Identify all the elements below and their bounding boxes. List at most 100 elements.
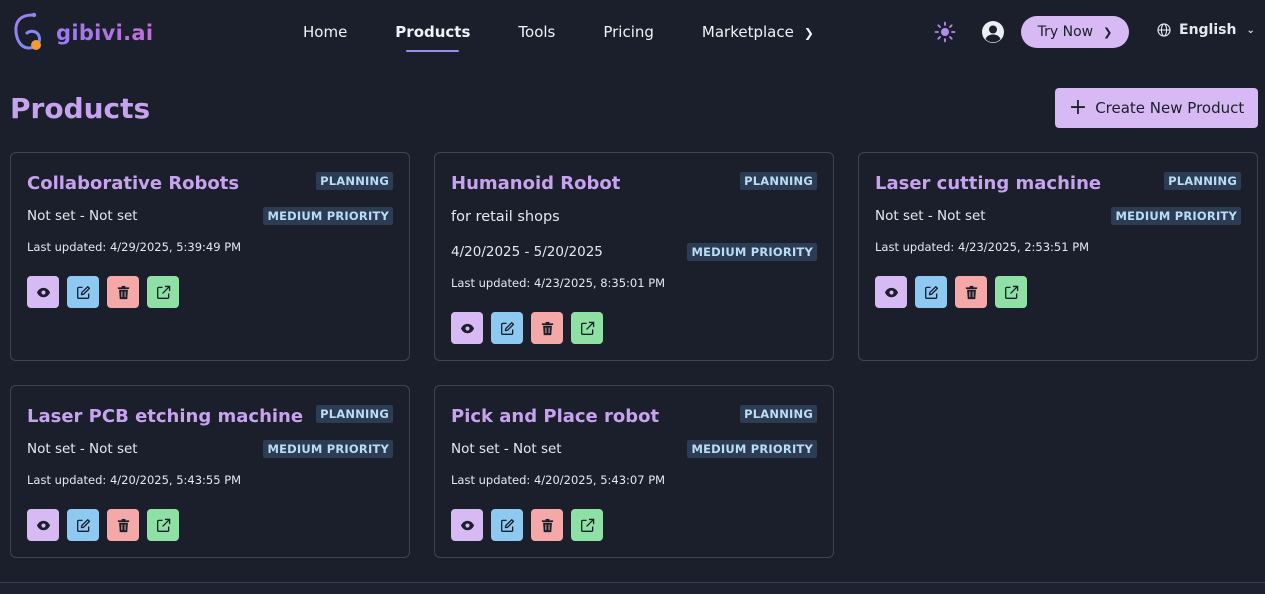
status-badge: PLANNING	[740, 172, 817, 190]
footer	[0, 583, 1265, 594]
try-now-label: Try Now	[1037, 24, 1094, 40]
product-title[interactable]: Pick and Place robot	[451, 406, 659, 427]
top-navbar: gibivi.ai Home Products Tools Pricing Ma…	[0, 0, 1265, 64]
product-title[interactable]: Collaborative Robots	[27, 173, 239, 194]
eye-icon	[460, 520, 474, 530]
open-external-button[interactable]	[571, 312, 603, 344]
open-external-button[interactable]	[571, 509, 603, 541]
product-dates: Not set - Not set	[27, 208, 138, 224]
product-title[interactable]: Laser cutting machine	[875, 173, 1101, 194]
product-card: Laser PCB etching machine PLANNING Not s…	[10, 385, 410, 558]
edit-icon	[76, 285, 90, 299]
delete-button[interactable]	[955, 276, 987, 308]
delete-button[interactable]	[107, 509, 139, 541]
external-link-icon	[1004, 285, 1018, 299]
brand-logo[interactable]: gibivi.ai	[12, 12, 153, 54]
trash-icon	[117, 285, 129, 299]
view-button[interactable]	[451, 312, 483, 344]
open-external-button[interactable]	[147, 276, 179, 308]
card-actions	[451, 312, 611, 344]
open-external-button[interactable]	[995, 276, 1027, 308]
view-button[interactable]	[875, 276, 907, 308]
priority-badge: MEDIUM PRIORITY	[687, 440, 817, 458]
chevron-right-icon: ❯	[803, 26, 814, 40]
trash-icon	[541, 518, 553, 532]
brand-name: gibivi.ai	[56, 21, 154, 45]
status-badge: PLANNING	[1164, 172, 1241, 190]
delete-button[interactable]	[531, 509, 563, 541]
priority-badge: MEDIUM PRIORITY	[263, 207, 393, 225]
card-actions	[27, 276, 187, 308]
eye-icon	[460, 323, 474, 333]
user-circle-icon[interactable]	[981, 20, 1005, 44]
view-button[interactable]	[27, 276, 59, 308]
nav-products[interactable]: Products	[395, 23, 470, 52]
product-card: Pick and Place robot PLANNING Not set - …	[434, 385, 834, 558]
last-updated: Last updated: 4/20/2025, 5:43:55 PM	[27, 473, 242, 487]
last-updated: Last updated: 4/23/2025, 2:53:51 PM	[875, 240, 1090, 254]
globe-icon	[1157, 23, 1171, 37]
page-title: Products	[10, 92, 151, 125]
external-link-icon	[156, 518, 170, 532]
nav-pricing[interactable]: Pricing	[603, 23, 654, 41]
status-badge: PLANNING	[316, 172, 393, 190]
edit-button[interactable]	[491, 312, 523, 344]
trash-icon	[541, 321, 553, 335]
product-card: Collaborative Robots PLANNING Not set - …	[10, 152, 410, 361]
nav-tools[interactable]: Tools	[518, 23, 555, 41]
product-title[interactable]: Humanoid Robot	[451, 173, 620, 194]
product-card: Humanoid Robot PLANNING for retail shops…	[434, 152, 834, 361]
status-badge: PLANNING	[316, 405, 393, 423]
product-card: Laser cutting machine PLANNING Not set -…	[858, 152, 1258, 361]
product-dates: Not set - Not set	[875, 208, 986, 224]
chevron-right-icon: ❯	[1103, 25, 1113, 39]
edit-button[interactable]	[67, 509, 99, 541]
priority-badge: MEDIUM PRIORITY	[687, 243, 817, 261]
create-new-product-button[interactable]: + Create New Product	[1055, 88, 1258, 128]
last-updated: Last updated: 4/23/2025, 8:35:01 PM	[451, 276, 666, 290]
last-updated: Last updated: 4/29/2025, 5:39:49 PM	[27, 240, 242, 254]
last-updated: Last updated: 4/20/2025, 5:43:07 PM	[451, 473, 666, 487]
view-button[interactable]	[451, 509, 483, 541]
external-link-icon	[156, 285, 170, 299]
edit-button[interactable]	[491, 509, 523, 541]
nav-marketplace-label: Marketplace	[701, 23, 794, 41]
trash-icon	[965, 285, 977, 299]
view-button[interactable]	[27, 509, 59, 541]
eye-icon	[36, 520, 50, 530]
try-now-button[interactable]: Try Now ❯	[1021, 16, 1129, 48]
main-nav: Home Products Tools Pricing Marketplace ❯	[303, 0, 862, 64]
edit-button[interactable]	[67, 276, 99, 308]
eye-icon	[884, 287, 898, 297]
status-badge: PLANNING	[740, 405, 817, 423]
language-selector[interactable]: English ⌄	[1157, 22, 1255, 38]
card-actions	[451, 509, 611, 541]
product-title[interactable]: Laser PCB etching machine	[27, 406, 303, 427]
card-actions	[27, 509, 187, 541]
edit-icon	[76, 518, 90, 532]
sun-icon[interactable]	[934, 21, 956, 43]
nav-marketplace[interactable]: Marketplace ❯	[702, 23, 814, 41]
external-link-icon	[580, 518, 594, 532]
priority-badge: MEDIUM PRIORITY	[263, 440, 393, 458]
delete-button[interactable]	[531, 312, 563, 344]
create-new-product-label: Create New Product	[1095, 99, 1245, 117]
eye-icon	[36, 287, 50, 297]
priority-badge: MEDIUM PRIORITY	[1111, 207, 1241, 225]
product-dates: Not set - Not set	[27, 441, 138, 457]
trash-icon	[117, 518, 129, 532]
external-link-icon	[580, 321, 594, 335]
edit-button[interactable]	[915, 276, 947, 308]
delete-button[interactable]	[107, 276, 139, 308]
logo-icon	[14, 12, 41, 50]
edit-icon	[500, 518, 514, 532]
product-dates: Not set - Not set	[451, 441, 562, 457]
nav-home[interactable]: Home	[303, 23, 347, 41]
card-actions	[875, 276, 1035, 308]
edit-icon	[500, 321, 514, 335]
open-external-button[interactable]	[147, 509, 179, 541]
chevron-down-icon: ⌄	[1246, 24, 1255, 36]
product-description: for retail shops	[451, 209, 560, 225]
plus-icon: +	[1068, 95, 1088, 120]
language-label: English	[1179, 22, 1237, 38]
